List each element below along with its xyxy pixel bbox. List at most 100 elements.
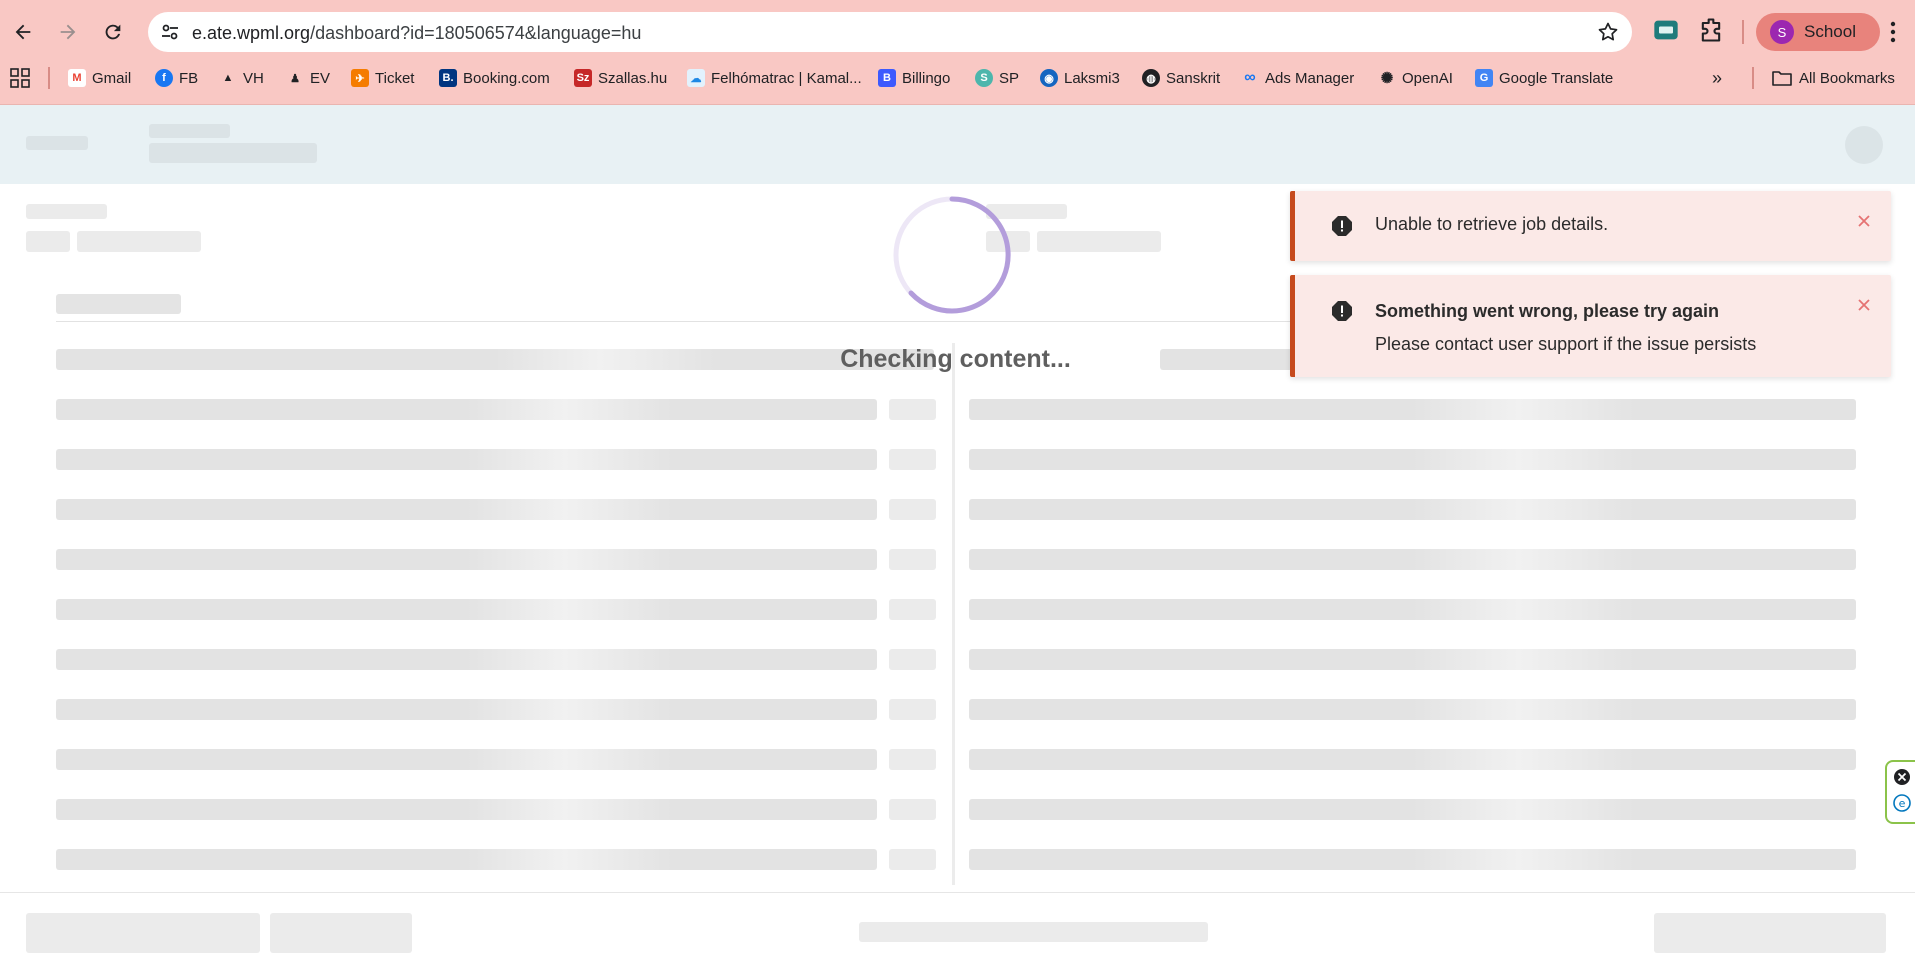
globe-icon: ◍ <box>1142 69 1160 87</box>
toolbar-separator <box>1742 20 1744 44</box>
skeleton-target-cell <box>969 649 1856 670</box>
felhomatrac-icon: ☁ <box>687 69 705 87</box>
bookmark-label: Booking.com <box>463 69 550 87</box>
bookmark-vh[interactable]: ▲ VH <box>219 64 264 92</box>
site-settings-icon[interactable] <box>158 20 182 44</box>
vh-icon: ▲ <box>222 72 234 84</box>
skeleton-source-cell <box>56 749 877 770</box>
skeleton-status-cell <box>889 599 936 620</box>
bookmark-billingo[interactable]: B Billingo <box>878 64 950 92</box>
bookmark-label: Szallas.hu <box>598 69 668 87</box>
bookmarks-bar: M Gmail f FB ▲ VH ♟ EV ✈ Ticket B. Booking.com… <box>0 64 1915 92</box>
error-octagon-icon <box>1332 216 1352 236</box>
skeleton-tab <box>56 294 181 314</box>
error-octagon-icon <box>1332 301 1352 321</box>
bookmark-label: OpenAI <box>1402 69 1453 87</box>
bookmark-label: FB <box>179 69 199 87</box>
skeleton-target-cell <box>969 449 1856 470</box>
bookmark-label: Laksmi3 <box>1064 69 1120 87</box>
skeleton-footer-button <box>1654 913 1886 953</box>
all-bookmarks-folder[interactable]: All Bookmarks <box>1772 64 1895 92</box>
skeleton-footer-button <box>270 913 412 953</box>
back-arrow-icon <box>15 24 31 40</box>
extension-e-icon[interactable]: e <box>1893 794 1911 812</box>
profile-button[interactable]: S School <box>1756 13 1880 51</box>
bookmark-label: Billingo <box>902 69 951 87</box>
close-icon[interactable] <box>1857 214 1871 228</box>
skeleton-status-cell <box>889 549 936 570</box>
all-bookmarks-label: All Bookmarks <box>1799 69 1895 87</box>
meta-icon: ∞ <box>1244 69 1256 86</box>
openai-icon: ✺ <box>1380 70 1394 87</box>
bookmark-ticket[interactable]: ✈ Ticket <box>351 64 414 92</box>
folder-icon <box>1772 71 1792 86</box>
skeleton-footer-progress <box>859 922 1208 942</box>
skeleton-target-cell <box>969 849 1856 870</box>
profile-name: School <box>1804 22 1856 41</box>
forward-button[interactable] <box>48 12 88 52</box>
reload-button[interactable] <box>93 12 133 52</box>
url-text: e.ate.wpml.org/dashboard?id=180506574&la… <box>192 23 641 44</box>
double-chevron-right-icon: » <box>1712 67 1723 88</box>
gmail-icon: M <box>68 69 86 87</box>
bookmark-separator <box>48 67 50 89</box>
bookmark-star-icon[interactable] <box>1596 20 1620 44</box>
extension-wallet-icon[interactable] <box>1652 16 1680 44</box>
szallas-icon: Sz <box>574 69 592 87</box>
skeleton-source-chip <box>26 231 70 252</box>
skeleton-status-cell <box>889 749 936 770</box>
bookmark-sanskrit[interactable]: ◍ Sanskrit <box>1142 64 1220 92</box>
laksmi-icon: ◉ <box>1040 69 1058 87</box>
skeleton-footer-button <box>26 913 260 953</box>
close-icon[interactable] <box>1857 298 1871 312</box>
side-widget[interactable]: e <box>1885 760 1915 824</box>
bookmark-ev[interactable]: ♟ EV <box>286 64 330 92</box>
bookmark-label: VH <box>243 69 264 87</box>
skeleton-source-cell <box>56 799 877 820</box>
bookmark-openai[interactable]: ✺ OpenAI <box>1378 64 1453 92</box>
address-bar[interactable]: e.ate.wpml.org/dashboard?id=180506574&la… <box>148 12 1632 52</box>
skeleton-target-name <box>1037 231 1161 252</box>
apps-grid-icon[interactable] <box>10 68 30 88</box>
close-circle-icon[interactable] <box>1893 768 1911 786</box>
bookmark-label: Ads Manager <box>1265 69 1355 87</box>
skeleton-status-cell <box>889 499 936 520</box>
billingo-icon: B <box>878 69 896 87</box>
back-button[interactable] <box>3 12 43 52</box>
reload-icon <box>105 24 121 40</box>
url-host: e.ate.wpml.org <box>192 23 311 43</box>
extensions-puzzle-icon[interactable] <box>1697 16 1725 44</box>
kebab-menu-icon <box>1890 21 1896 43</box>
app-header-skeleton <box>0 105 1915 184</box>
bookmark-label: Felhómatrac | Kamal... <box>711 69 862 87</box>
browser-chrome: e.ate.wpml.org/dashboard?id=180506574&la… <box>0 0 1915 105</box>
skeleton-source-label <box>26 204 107 219</box>
skeleton-source-cell <box>56 399 877 420</box>
ticket-icon: ✈ <box>351 69 369 87</box>
bookmark-booking[interactable]: B. Booking.com <box>439 64 550 92</box>
bookmark-sp[interactable]: S SP <box>975 64 1019 92</box>
skeleton-status-cell <box>889 799 936 820</box>
skeleton-status-cell <box>889 849 936 870</box>
bookmark-fb[interactable]: f FB <box>155 64 198 92</box>
skeleton-source-cell <box>56 499 877 520</box>
skeleton-title <box>149 124 230 138</box>
skeleton-source-cell <box>56 649 877 670</box>
browser-menu-button[interactable] <box>1878 14 1908 50</box>
skeleton-target-cell <box>969 599 1856 620</box>
url-path: /dashboard?id=180506574&language=hu <box>310 23 642 43</box>
skeleton-avatar <box>1845 126 1883 164</box>
bookmark-gmail[interactable]: M Gmail <box>68 64 131 92</box>
bookmark-ads-manager[interactable]: ∞ Ads Manager <box>1241 64 1354 92</box>
toast-message: Please contact user support if the issue… <box>1375 334 1757 354</box>
bookmark-label: EV <box>310 69 331 87</box>
bookmark-google-translate[interactable]: G Google Translate <box>1475 64 1613 92</box>
bookmark-szallas[interactable]: Sz Szallas.hu <box>574 64 667 92</box>
skeleton-logo <box>26 136 88 150</box>
more-bookmarks-button[interactable]: » <box>1712 64 1722 92</box>
bookmark-laksmi[interactable]: ◉ Laksmi3 <box>1040 64 1120 92</box>
bookmark-label: Gmail <box>92 69 132 87</box>
footer-skeleton <box>0 892 1915 969</box>
column-divider <box>952 343 955 885</box>
bookmark-felhomatrac[interactable]: ☁ Felhómatrac | Kamal... <box>687 64 862 92</box>
